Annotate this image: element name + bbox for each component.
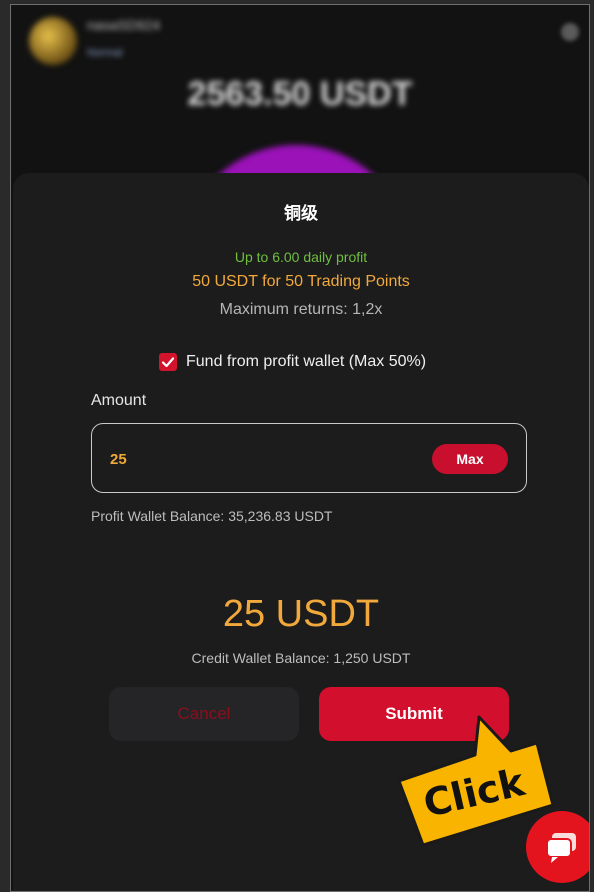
avatar xyxy=(29,17,77,65)
background-header: nasaSD924 Normal 2563.50 USDT xyxy=(11,5,589,375)
username: nasaSD924 xyxy=(87,17,161,33)
daily-profit-text: Up to 6.00 daily profit xyxy=(234,249,368,265)
account-badge: Normal xyxy=(87,47,123,59)
chat-button[interactable] xyxy=(526,811,589,883)
amount-input[interactable]: 25 Max xyxy=(91,423,527,493)
fund-checkbox[interactable] xyxy=(159,353,177,371)
credit-wallet-balance: Credit Wallet Balance: 1,250 USDT xyxy=(191,650,411,666)
total-amount: 25 USDT xyxy=(222,593,380,635)
fund-checkbox-label: Fund from profit wallet (Max 50%) xyxy=(186,353,427,370)
trading-points-text: 50 USDT for 50 Trading Points xyxy=(192,273,410,290)
max-returns-text: Maximum returns: 1,2x xyxy=(219,301,383,318)
app-window: nasaSD924 Normal 2563.50 USDT 铜级 Up to 6… xyxy=(10,4,590,892)
fund-from-profit-option[interactable]: Fund from profit wallet (Max 50%) xyxy=(159,353,426,371)
profit-wallet-balance: Profit Wallet Balance: 35,236.83 USDT xyxy=(91,508,333,524)
account-balance: 2563.50 USDT xyxy=(187,75,413,113)
chat-bubble-icon xyxy=(546,833,576,863)
modal-title: 铜级 xyxy=(284,204,318,223)
gear-icon[interactable] xyxy=(561,23,579,41)
max-button[interactable]: Max xyxy=(432,444,508,474)
amount-label: Amount xyxy=(91,392,147,409)
amount-input-value: 25 xyxy=(110,451,127,468)
check-icon xyxy=(161,357,175,368)
cancel-button[interactable]: Cancel xyxy=(109,687,299,741)
